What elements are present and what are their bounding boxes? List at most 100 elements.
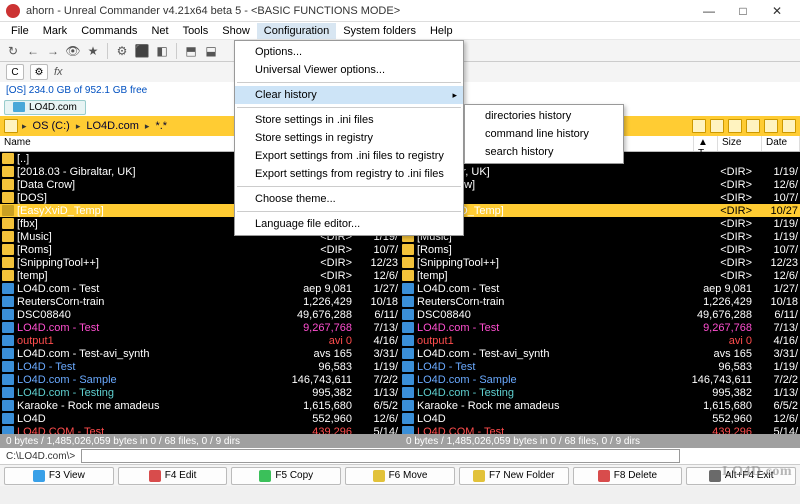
file-row[interactable]: LO4D552,96012/6/	[400, 412, 800, 425]
fkey-button[interactable]: F4 Edit	[118, 467, 228, 485]
configuration-menu[interactable]: Options...Universal Viewer options... Cle…	[234, 40, 464, 236]
tool-icon[interactable]: ⬓	[202, 42, 220, 60]
star-icon[interactable]: ★	[84, 42, 102, 60]
fkey-icon	[373, 470, 385, 482]
refresh-icon[interactable]: ↻	[4, 42, 22, 60]
menu-item[interactable]: command line history	[465, 125, 623, 143]
minimize-button[interactable]: —	[692, 1, 726, 21]
path-tool-icon[interactable]	[710, 119, 724, 133]
menu-net[interactable]: Net	[144, 23, 175, 39]
tool-icon[interactable]: ⬒	[182, 42, 200, 60]
maximize-button[interactable]: □	[726, 1, 760, 21]
menu-item[interactable]: Export settings from registry to .ini fi…	[235, 165, 463, 183]
menu-item[interactable]: Universal Viewer options...	[235, 61, 463, 79]
file-row[interactable]: [temp]<DIR>12/6/	[400, 269, 800, 282]
path-tool-icon[interactable]	[728, 119, 742, 133]
file-row[interactable]: LO4D.COM - Test439,2965/14/	[0, 425, 400, 434]
file-row[interactable]: [SnippingTool++]<DIR>12/23	[0, 256, 400, 269]
col-sort-indicator[interactable]: ▲ T..	[694, 136, 718, 151]
menu-separator	[237, 211, 461, 212]
back-icon[interactable]: ←	[24, 42, 42, 60]
file-row[interactable]: LO4D - Test96,5831/19/	[400, 360, 800, 373]
fkey-button[interactable]: F6 Move	[345, 467, 455, 485]
fkey-button[interactable]: F7 New Folder	[459, 467, 569, 485]
menu-system-folders[interactable]: System folders	[336, 23, 423, 39]
file-row[interactable]: LO4D.com - Test-avi_synthavs 1653/31/	[0, 347, 400, 360]
menu-item[interactable]: directories history	[465, 107, 623, 125]
menu-item[interactable]: Store settings in .ini files	[235, 111, 463, 129]
file-row[interactable]: Karaoke - Rock me amadeus1,615,6806/5/2	[0, 399, 400, 412]
menu-item[interactable]: Options...	[235, 43, 463, 61]
file-row[interactable]: [temp]<DIR>12/6/	[0, 269, 400, 282]
menu-item[interactable]: Clear history▸	[235, 86, 463, 104]
folder-icon	[2, 179, 14, 190]
menu-help[interactable]: Help	[423, 23, 460, 39]
file-date: 6/5/2	[356, 400, 400, 412]
path-tool-icon[interactable]	[764, 119, 778, 133]
path-folder[interactable]: LO4D.com	[84, 120, 141, 132]
wheel-icon[interactable]: ⚙	[30, 64, 48, 80]
col-size[interactable]: Size	[718, 136, 762, 151]
menu-item[interactable]: Choose theme...	[235, 190, 463, 208]
panel-tab[interactable]: LO4D.com	[4, 100, 86, 115]
fkey-button[interactable]: F5 Copy	[231, 467, 341, 485]
menu-item[interactable]: Store settings in registry	[235, 129, 463, 147]
menu-item[interactable]: Export settings from .ini files to regis…	[235, 147, 463, 165]
file-row[interactable]: LO4D.com - Sample146,743,6117/2/2	[400, 373, 800, 386]
file-row[interactable]: LO4D.com - Sample146,743,6117/2/2	[0, 373, 400, 386]
file-row[interactable]: ReutersCorn-train1,226,42910/18	[400, 295, 800, 308]
file-size: 1,226,429	[678, 296, 756, 308]
fkey-button[interactable]: F8 Delete	[573, 467, 683, 485]
file-row[interactable]: [SnippingTool++]<DIR>12/23	[400, 256, 800, 269]
close-button[interactable]: ✕	[760, 1, 794, 21]
file-row[interactable]: LO4D.com - Testing995,3821/13/	[0, 386, 400, 399]
file-date: 10/18	[756, 296, 800, 308]
tool-icon[interactable]: ⚙	[113, 42, 131, 60]
file-row[interactable]: LO4D.com - Test9,267,7687/13/	[400, 321, 800, 334]
path-tool-icon[interactable]	[692, 119, 706, 133]
file-row[interactable]: LO4D552,96012/6/	[0, 412, 400, 425]
file-row[interactable]: DSC0884049,676,2886/11/	[0, 308, 400, 321]
file-row[interactable]: LO4D.com - Test-avi_synthavs 1653/31/	[400, 347, 800, 360]
command-input[interactable]	[81, 449, 680, 463]
menu-file[interactable]: File	[4, 23, 36, 39]
menu-configuration[interactable]: Configuration	[257, 23, 336, 39]
file-date: 1/19/	[356, 361, 400, 373]
file-row[interactable]: LO4D.com - Testing995,3821/13/	[400, 386, 800, 399]
file-row[interactable]: LO4D.com - Testaep 9,0811/27/	[0, 282, 400, 295]
file-row[interactable]: LO4D.com - Testaep 9,0811/27/	[400, 282, 800, 295]
menu-mark[interactable]: Mark	[36, 23, 74, 39]
menu-show[interactable]: Show	[215, 23, 257, 39]
menu-item[interactable]: Language file editor...	[235, 215, 463, 233]
fkey-label: F4 Edit	[165, 470, 197, 481]
file-date: 4/16/	[756, 335, 800, 347]
tool-icon[interactable]: ⬛	[133, 42, 151, 60]
menu-commands[interactable]: Commands	[74, 23, 144, 39]
file-row[interactable]: DSC0884049,676,2886/11/	[400, 308, 800, 321]
fkey-button[interactable]: F3 View	[4, 467, 114, 485]
file-row[interactable]: LO4D.COM - Test439,2965/14/	[400, 425, 800, 434]
menu-item[interactable]: search history	[465, 143, 623, 161]
file-row[interactable]: LO4D.com - Test9,267,7687/13/	[0, 321, 400, 334]
fkey-label: F8 Delete	[614, 470, 657, 481]
drive-c-button[interactable]: C	[6, 64, 24, 80]
file-row[interactable]: output1avi 04/16/	[0, 334, 400, 347]
eye-icon[interactable]: 👁	[64, 42, 82, 60]
path-tool-icon[interactable]	[782, 119, 796, 133]
file-row[interactable]: Karaoke - Rock me amadeus1,615,6806/5/2	[400, 399, 800, 412]
path-tool-icon[interactable]	[746, 119, 760, 133]
clear-history-submenu[interactable]: directories historycommand line historys…	[464, 104, 624, 164]
tool-icon[interactable]: ◧	[153, 42, 171, 60]
file-row[interactable]: ReutersCorn-train1,226,42910/18	[0, 295, 400, 308]
col-date[interactable]: Date	[762, 136, 800, 151]
file-row[interactable]: LO4D - Test96,5831/19/	[0, 360, 400, 373]
path-drive[interactable]: OS (C:)	[31, 120, 72, 132]
fkey-label: F3 View	[49, 470, 85, 481]
menu-separator	[237, 186, 461, 187]
file-row[interactable]: [Roms]<DIR>10/7/	[0, 243, 400, 256]
file-row[interactable]: output1avi 04/16/	[400, 334, 800, 347]
forward-icon[interactable]: →	[44, 42, 62, 60]
file-row[interactable]: [Roms]<DIR>10/7/	[400, 243, 800, 256]
drive-icon	[4, 119, 18, 133]
menu-tools[interactable]: Tools	[176, 23, 216, 39]
